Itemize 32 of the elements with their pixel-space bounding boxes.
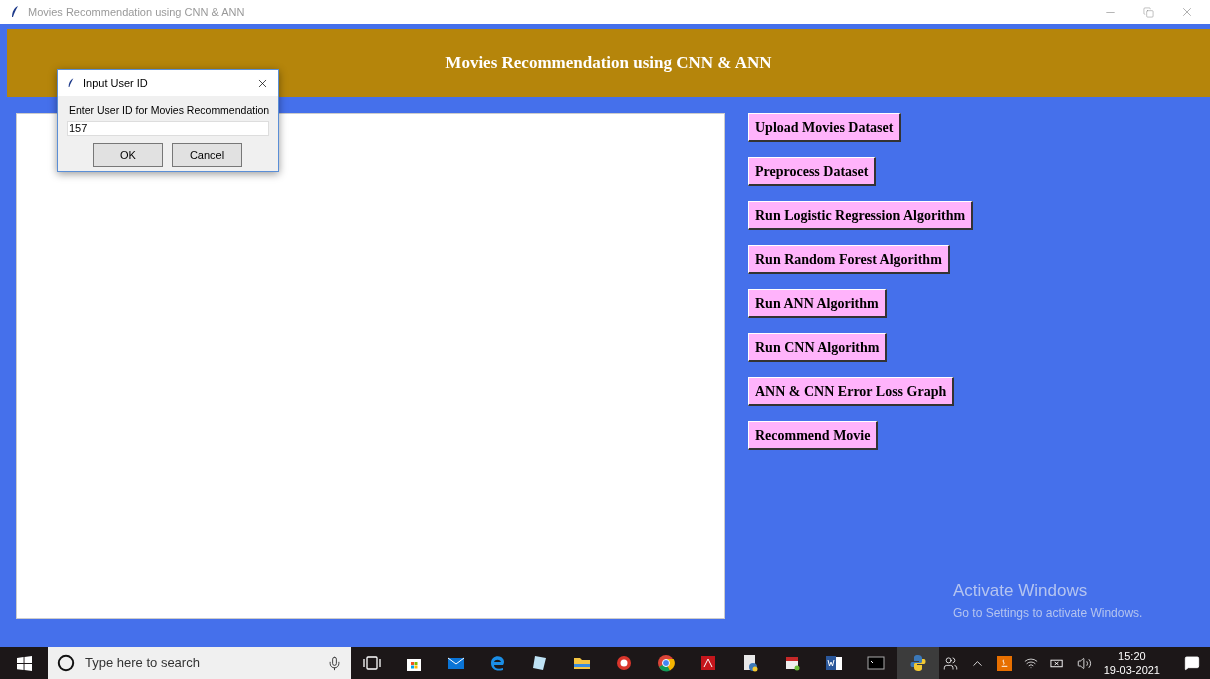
action-button[interactable]: Run Logistic Regression Algorithm: [748, 201, 974, 230]
battery-icon[interactable]: [1049, 657, 1065, 669]
notifications-icon[interactable]: [1184, 655, 1200, 671]
action-button[interactable]: Preprocess Dataset: [748, 157, 877, 186]
windows-logo-icon: [16, 655, 32, 671]
microphone-icon[interactable]: [327, 655, 342, 671]
volume-icon[interactable]: [1076, 655, 1092, 671]
action-button[interactable]: Run ANN Algorithm: [748, 289, 887, 318]
dialog-button[interactable]: OK: [93, 142, 163, 167]
cortana-icon: [57, 654, 75, 672]
action-button[interactable]: Run Random Forest Algorithm: [748, 245, 950, 274]
activation-title: Activate Windows: [953, 580, 1089, 602]
feather-icon: [67, 77, 75, 89]
people-icon[interactable]: [942, 655, 958, 671]
dialog-button[interactable]: Cancel: [172, 142, 242, 167]
feather-icon: [10, 5, 20, 19]
window-title: Movies Recommendation using CNN & ANN: [28, 4, 245, 20]
activation-message: Go to Settings to activate Windows.: [953, 604, 1143, 622]
action-button[interactable]: Run CNN Algorithm: [748, 333, 888, 362]
dialog-title: Input User ID: [83, 75, 148, 91]
header-title: Movies Recommendation using CNN & ANN: [445, 52, 772, 75]
python-icon[interactable]: [897, 647, 939, 679]
taskbar-search-field[interactable]: Type here to search: [48, 647, 351, 679]
action-button[interactable]: Upload Movies Dataset: [748, 113, 902, 142]
user-id-field[interactable]: 157: [67, 120, 269, 136]
action-button[interactable]: Recommend Movie: [748, 421, 879, 450]
java-icon[interactable]: [996, 655, 1012, 671]
action-button[interactable]: ANN & CNN Error Loss Graph: [748, 377, 955, 406]
clock-time[interactable]: 15:20: [1118, 649, 1146, 663]
dialog-prompt: Enter User ID for Movies Recommendation: [69, 103, 271, 118]
wifi-icon[interactable]: [1023, 656, 1038, 670]
clock-date[interactable]: 19-03-2021: [1103, 663, 1160, 677]
